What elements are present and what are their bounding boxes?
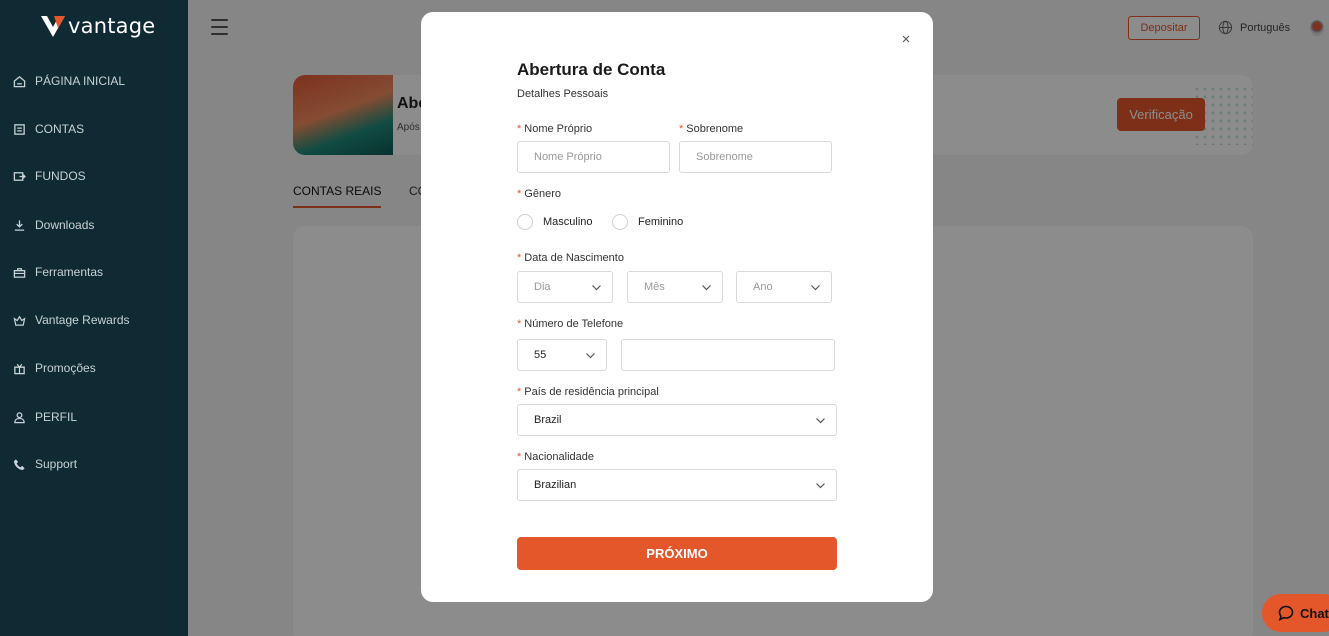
user-icon bbox=[14, 411, 25, 423]
dob-day-select[interactable]: Dia bbox=[517, 271, 613, 303]
gender-label: * Gênero bbox=[517, 188, 561, 200]
country-label: * País de residência principal bbox=[517, 386, 659, 398]
required-marker: * bbox=[517, 386, 522, 398]
radio-label: Feminino bbox=[638, 216, 684, 228]
chat-button[interactable]: Chat bbox=[1262, 594, 1329, 632]
chevron-down-icon bbox=[816, 483, 825, 489]
brand-name: vantage bbox=[68, 14, 156, 38]
tools-icon bbox=[13, 267, 26, 278]
phone-country-code-select[interactable]: 55 bbox=[517, 339, 607, 371]
phone-icon bbox=[13, 458, 25, 470]
gift-icon bbox=[14, 363, 25, 374]
sidebar-item-label: Promoções bbox=[35, 361, 96, 375]
sidebar-item-promotions[interactable]: Promoções bbox=[13, 357, 96, 379]
sidebar-item-label: Support bbox=[35, 457, 78, 471]
account-opening-modal: × Abertura de Conta Detalhes Pessoais * N… bbox=[421, 12, 933, 602]
phone-number-field[interactable] bbox=[621, 339, 835, 371]
required-marker: * bbox=[679, 123, 684, 135]
close-icon[interactable]: × bbox=[899, 32, 913, 47]
chevron-down-icon bbox=[702, 285, 711, 291]
next-button[interactable]: PRÓXIMO bbox=[517, 537, 837, 570]
modal-subtitle: Detalhes Pessoais bbox=[517, 88, 609, 100]
vantage-logo-icon bbox=[41, 16, 65, 37]
select-value: Ano bbox=[753, 281, 773, 293]
radio-circle[interactable] bbox=[517, 214, 533, 230]
select-value: Brazil bbox=[534, 414, 562, 426]
gender-radio-male[interactable]: Masculino bbox=[517, 214, 593, 230]
sidebar-item-label: FUNDOS bbox=[35, 169, 86, 183]
sidebar-item-profile[interactable]: PERFIL bbox=[13, 406, 77, 428]
chat-label: Chat bbox=[1300, 605, 1329, 621]
dob-label: * Data de Nascimento bbox=[517, 252, 624, 264]
select-value: 55 bbox=[534, 349, 547, 361]
modal-title: Abertura de Conta bbox=[517, 60, 666, 79]
chat-bubble-icon bbox=[1278, 605, 1294, 621]
chevron-down-icon bbox=[586, 353, 595, 359]
dob-month-select[interactable]: Mês bbox=[627, 271, 723, 303]
select-value: Brazilian bbox=[534, 479, 577, 491]
country-select[interactable]: Brazil bbox=[517, 404, 837, 436]
required-marker: * bbox=[517, 188, 522, 200]
chevron-down-icon bbox=[816, 418, 825, 424]
last-name-label: * Sobrenome bbox=[679, 123, 744, 135]
phone-label: * Número de Telefone bbox=[517, 318, 624, 330]
sidebar-item-funds[interactable]: FUNDOS bbox=[13, 165, 86, 187]
sidebar-item-label: PÁGINA INICIAL bbox=[35, 74, 126, 88]
sidebar: vantage PÁGINA INICIAL CONTAS FUNDOS Dow… bbox=[0, 0, 188, 636]
funds-icon bbox=[13, 171, 26, 181]
sidebar-item-label: Ferramentas bbox=[35, 265, 104, 279]
dob-year-select[interactable]: Ano bbox=[736, 271, 832, 303]
required-marker: * bbox=[517, 252, 522, 264]
sidebar-item-accounts[interactable]: CONTAS bbox=[13, 118, 84, 140]
gender-radio-female[interactable]: Feminino bbox=[612, 214, 683, 230]
sidebar-item-label: CONTAS bbox=[35, 122, 85, 136]
select-value: Dia bbox=[534, 281, 551, 293]
sidebar-item-support[interactable]: Support bbox=[13, 453, 77, 475]
required-marker: * bbox=[517, 318, 522, 330]
rewards-icon bbox=[13, 315, 26, 326]
accounts-icon bbox=[14, 123, 25, 135]
sidebar-item-rewards[interactable]: Vantage Rewards bbox=[13, 309, 130, 331]
download-icon bbox=[14, 219, 25, 231]
sidebar-item-downloads[interactable]: Downloads bbox=[13, 214, 94, 236]
radio-circle[interactable] bbox=[612, 214, 628, 230]
last-name-field[interactable]: Sobrenome bbox=[679, 141, 832, 173]
first-name-label: * Nome Próprio bbox=[517, 123, 593, 135]
brand-logo[interactable]: vantage bbox=[40, 12, 155, 40]
chevron-down-icon bbox=[592, 285, 601, 291]
select-value: Mês bbox=[644, 281, 665, 293]
required-marker: * bbox=[517, 123, 522, 135]
first-name-field[interactable]: Nome Próprio bbox=[517, 141, 670, 173]
required-marker: * bbox=[517, 451, 522, 463]
sidebar-item-tools[interactable]: Ferramentas bbox=[13, 261, 103, 283]
sidebar-item-label: Downloads bbox=[35, 218, 95, 232]
nationality-label: * Nacionalidade bbox=[517, 451, 594, 463]
sidebar-item-home[interactable]: PÁGINA INICIAL bbox=[13, 70, 125, 92]
chevron-down-icon bbox=[811, 285, 820, 291]
radio-label: Masculino bbox=[543, 216, 593, 228]
home-icon bbox=[13, 75, 26, 87]
sidebar-item-label: Vantage Rewards bbox=[35, 313, 130, 327]
nationality-select[interactable]: Brazilian bbox=[517, 469, 837, 501]
sidebar-item-label: PERFIL bbox=[35, 410, 78, 424]
